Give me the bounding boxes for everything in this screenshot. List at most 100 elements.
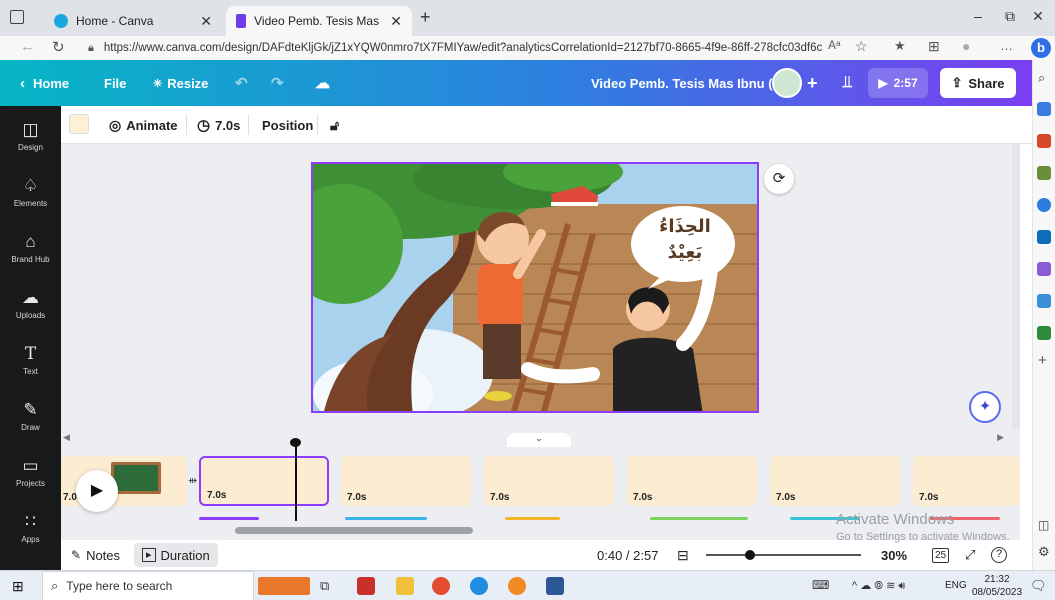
close-window-button[interactable]: ✕: [1023, 8, 1053, 25]
tab-video-pemb[interactable]: Video Pemb. Tesis Mas Ibnu (2) · ✕: [226, 6, 412, 36]
position-button[interactable]: Position: [262, 106, 313, 144]
language-indicator[interactable]: ENG: [945, 580, 967, 591]
bing-icon[interactable]: b: [1031, 38, 1051, 58]
settings-icon[interactable]: ⚙: [1038, 544, 1050, 560]
profile-avatar[interactable]: ●: [962, 38, 970, 54]
more-icon[interactable]: …: [1000, 38, 1013, 53]
add-collaborator-icon[interactable]: +: [807, 60, 818, 106]
tab-actions-icon[interactable]: [10, 10, 24, 24]
chrome-icon[interactable]: [432, 577, 450, 595]
timeline-thumb[interactable]: 7.0s: [484, 456, 614, 506]
sidebar-item-brand-hub[interactable]: ⌂ Brand Hub: [0, 232, 61, 264]
orange-app-icon[interactable]: [258, 577, 310, 595]
url-bar[interactable]: 🔒︎ https://www.canva.com/design/DAFdteKl…: [88, 37, 822, 59]
drop-icon[interactable]: [1037, 294, 1051, 308]
windows-start-icon[interactable]: ⊞: [12, 578, 24, 595]
zoom-slider-track[interactable]: [706, 554, 861, 556]
refresh-icon[interactable]: ↻: [52, 38, 65, 56]
favorite-icon[interactable]: ☆: [855, 38, 868, 55]
split-icon[interactable]: ⇻: [188, 474, 197, 487]
play-presentation-button[interactable]: ▶ 2:57: [868, 68, 928, 98]
timeline-play-button[interactable]: ▶: [76, 470, 118, 512]
timeline-thumb[interactable]: 7.0s: [913, 456, 1020, 506]
read-aloud-icon[interactable]: Aᵃ: [828, 38, 840, 52]
design-title[interactable]: Video Pemb. Tesis Mas Ibnu (2): [591, 60, 784, 106]
minimize-button[interactable]: –: [963, 8, 993, 24]
taskbar-search-box[interactable]: ⌕ Type here to search: [42, 571, 254, 600]
page-view-icon[interactable]: ⊟: [677, 540, 689, 570]
sidebar-item-draw[interactable]: ✎ Draw: [0, 400, 61, 432]
help-button[interactable]: ?: [991, 540, 1007, 570]
zoom-level[interactable]: 30%: [881, 540, 907, 570]
tray-icons[interactable]: ^ ☁ ⦾ ≋ 🔊︎: [852, 579, 905, 593]
close-tab-icon[interactable]: ✕: [390, 13, 402, 30]
timeline-thumb[interactable]: 7.0s: [770, 456, 900, 506]
sidebar-item-projects[interactable]: ▭ Projects: [0, 456, 61, 488]
playhead-knob[interactable]: [290, 438, 301, 447]
lock-icon[interactable]: 🔓︎: [330, 106, 339, 144]
thumb-duration: 7.0s: [347, 492, 367, 503]
sidebar-item-elements[interactable]: ♤ Elements: [0, 176, 61, 208]
notifications-icon[interactable]: 🗨︎: [1030, 578, 1047, 594]
sidebar-item-uploads[interactable]: ☁ Uploads: [0, 288, 61, 320]
canvas-scrollbar[interactable]: [1012, 144, 1020, 430]
collapse-timeline-icon[interactable]: ⌄: [507, 433, 571, 447]
animate-button[interactable]: ◎ Animate: [109, 106, 178, 144]
file-menu-button[interactable]: File: [104, 60, 126, 106]
restore-button[interactable]: ⧉: [995, 8, 1025, 25]
office-icon[interactable]: [1037, 198, 1051, 212]
games-icon[interactable]: [1037, 166, 1051, 180]
page-count[interactable]: 25: [932, 540, 950, 570]
timeline-scroll-right-icon[interactable]: ▶: [997, 432, 1004, 443]
duration-button[interactable]: ▸ Duration: [134, 543, 218, 567]
red-app-icon[interactable]: [357, 577, 375, 595]
search-icon[interactable]: ⌕: [1038, 70, 1045, 86]
task-view-icon[interactable]: ⧉: [320, 578, 329, 594]
sidebar-layout-icon[interactable]: ◫: [1038, 518, 1049, 532]
word-icon[interactable]: [546, 577, 564, 595]
sidebar-item-design[interactable]: ◫ Design: [0, 120, 61, 152]
redo-icon[interactable]: ↷: [271, 60, 284, 106]
tab-home-canva[interactable]: Home - Canva ✕: [44, 6, 222, 36]
playhead[interactable]: [295, 443, 297, 521]
timeline-thumb[interactable]: 7.0s: [341, 456, 471, 506]
duration-button[interactable]: ◷ 7.0s: [197, 106, 240, 144]
file-explorer-icon[interactable]: [396, 577, 414, 595]
notes-button[interactable]: ✎ Notes: [71, 540, 120, 570]
resize-button[interactable]: ✳︎ Resize: [153, 60, 208, 106]
insights-icon[interactable]: ⫫: [843, 60, 852, 106]
audio-track-underline: [345, 517, 427, 520]
speech-bubble-text[interactable]: الحِذَاءُ بَعِيْدٌ: [635, 214, 735, 266]
toolbar-divider: [186, 115, 187, 135]
user-avatar[interactable]: [772, 68, 802, 98]
favorites-list-icon[interactable]: ★: [894, 38, 906, 54]
close-tab-icon[interactable]: ✕: [200, 13, 212, 30]
regenerate-icon[interactable]: ⟳: [764, 164, 794, 194]
add-sidebar-app-icon[interactable]: +: [1038, 352, 1047, 369]
zoom-slider-thumb[interactable]: [745, 550, 755, 560]
collections-icon[interactable]: ⊞: [928, 38, 940, 55]
share-button[interactable]: ⇪ Share: [940, 68, 1016, 98]
fullscreen-icon[interactable]: ⤢: [965, 540, 975, 570]
timeline-thumb[interactable]: 7.0s: [627, 456, 757, 506]
timeline-scroll-left-icon[interactable]: ◀: [63, 432, 70, 443]
back-icon[interactable]: ←: [20, 38, 35, 55]
shopping-icon[interactable]: [1037, 102, 1051, 116]
search-app-icon[interactable]: [508, 577, 526, 595]
tree-icon[interactable]: [1037, 326, 1051, 340]
sidebar-item-apps[interactable]: ∷ Apps: [0, 512, 61, 544]
new-tab-button[interactable]: +: [420, 7, 431, 28]
designer-icon[interactable]: [1037, 262, 1051, 276]
undo-icon[interactable]: ↶: [235, 60, 248, 106]
timeline-scrollbar[interactable]: [235, 527, 473, 534]
design-page[interactable]: الحِذَاءُ بَعِيْدٌ: [311, 162, 759, 413]
timeline-thumb-selected[interactable]: 7.0s: [199, 456, 329, 506]
sidebar-item-text[interactable]: T Text: [0, 344, 61, 376]
keyboard-icon[interactable]: ⌨: [812, 578, 829, 592]
magic-assistant-icon[interactable]: ✦: [969, 391, 1001, 423]
tools-icon[interactable]: [1037, 134, 1051, 148]
clock[interactable]: 21:32 08/05/2023: [972, 573, 1022, 599]
edge-icon[interactable]: [470, 577, 488, 595]
outlook-icon[interactable]: [1037, 230, 1051, 244]
home-button[interactable]: ‹ Home: [20, 60, 69, 106]
